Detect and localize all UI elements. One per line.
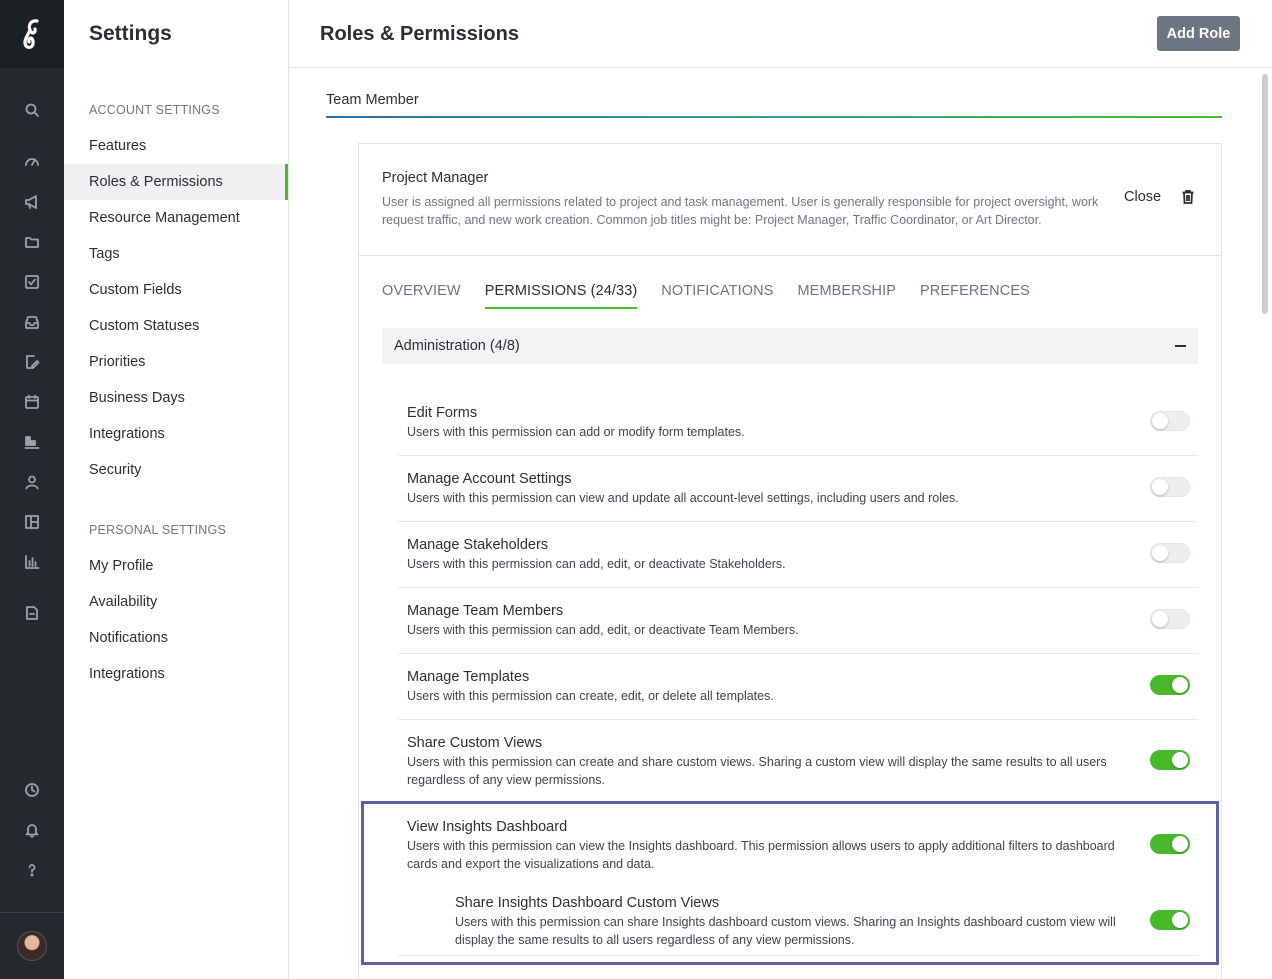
layout-icon[interactable] [0,508,64,536]
toggle-knob [1172,677,1188,693]
permission-description: Users with this permission can add, edit… [407,557,786,571]
calendar-icon[interactable] [0,388,64,416]
permission-toggle[interactable] [1150,675,1190,695]
user-icon[interactable] [0,468,64,496]
role-description: User is assigned all permissions related… [382,195,1099,227]
app-logo[interactable] [0,0,64,68]
megaphone-icon[interactable] [0,188,64,216]
sub-permission-name: Share Insights Dashboard Custom Views [455,895,720,911]
toggle-knob [1172,836,1188,852]
sidebar-item-notifications[interactable]: Notifications [64,620,288,656]
toggle-knob [1172,752,1188,768]
sidebar-item-my-profile[interactable]: My Profile [64,548,288,584]
sidebar-item-security[interactable]: Security [64,452,288,488]
scrollbar[interactable] [1262,74,1268,314]
sidebar-item-tags[interactable]: Tags [64,236,288,272]
sidebar-item-business-days[interactable]: Business Days [64,380,288,416]
app-rail [0,0,64,979]
permission-name: Manage Stakeholders [407,537,549,553]
role-panel-header: Project Manager User is assigned all per… [359,144,1221,256]
page-header: Roles & Permissions Add Role [289,0,1272,68]
edit-doc-icon[interactable] [0,348,64,376]
folder-icon[interactable] [0,228,64,256]
sidebar-item-resource-management[interactable]: Resource Management [64,200,288,236]
permission-toggle[interactable] [1150,750,1190,770]
permission-toggle[interactable] [1150,543,1190,563]
role-panel: Project Manager User is assigned all per… [358,143,1222,979]
sidebar-item-integrations[interactable]: Integrations [64,416,288,452]
permission-group-administration[interactable]: Administration (4/8) [382,328,1198,364]
role-tab-underline [326,116,1222,118]
permission-description: Users with this permission can view and … [407,491,959,505]
permission-row-view-insights-dashboard: View Insights Dashboard Users with this … [398,804,1198,956]
help-icon[interactable] [0,856,64,884]
role-tabs: OVERVIEW PERMISSIONS (24/33) NOTIFICATIO… [382,283,1054,309]
permission-name: Manage Account Settings [407,471,572,487]
document-icon[interactable] [0,599,64,627]
logo-icon [23,19,39,49]
sidebar-item-roles-permissions[interactable]: Roles & Permissions [64,164,288,200]
sidebar-item-availability[interactable]: Availability [64,584,288,620]
tab-overview[interactable]: OVERVIEW [382,283,461,309]
sidebar-title: Settings [89,22,172,45]
sidebar-item-custom-statuses[interactable]: Custom Statuses [64,308,288,344]
toggle-knob [1152,479,1168,495]
permission-description: Users with this permission can add or mo… [407,425,745,439]
permission-row-manage-stakeholders: Manage Stakeholders Users with this perm… [398,522,1198,588]
sidebar-item-features[interactable]: Features [64,128,288,164]
sub-permission-description: Users with this permission can share Ins… [455,915,1116,947]
avatar-container [0,912,64,979]
sidebar-item-personal-integrations[interactable]: Integrations [64,656,288,692]
toggle-knob [1152,545,1168,561]
trash-icon[interactable] [1180,188,1196,206]
clock-icon[interactable] [0,776,64,804]
permission-toggle[interactable] [1150,834,1190,854]
bar-chart-icon[interactable] [0,548,64,576]
permission-name: Manage Templates [407,669,530,685]
dashboard-icon[interactable] [0,147,64,175]
permission-row-manage-templates: Manage Templates Users with this permiss… [398,654,1198,720]
add-role-button[interactable]: Add Role [1157,16,1240,51]
checkbox-icon[interactable] [0,268,64,296]
collapse-icon[interactable] [1175,345,1186,347]
account-settings-heading: ACCOUNT SETTINGS [89,103,220,117]
permission-description: Users with this permission can create an… [407,755,1107,787]
tab-membership[interactable]: MEMBERSHIP [798,283,897,309]
permission-toggle[interactable] [1150,411,1190,431]
permission-toggle[interactable] [1150,477,1190,497]
permission-row-edit-forms: Edit Forms Users with this permission ca… [398,390,1198,456]
group-label: Administration (4/8) [394,338,520,354]
toggle-knob [1152,413,1168,429]
permission-name: Manage Team Members [407,603,564,619]
board-icon[interactable] [0,428,64,456]
permission-name: Edit Forms [407,405,478,421]
search-icon[interactable] [0,96,64,124]
permission-row-manage-account-settings: Manage Account Settings Users with this … [398,456,1198,522]
permission-row-manage-team-members: Manage Team Members Users with this perm… [398,588,1198,654]
tab-notifications[interactable]: NOTIFICATIONS [661,283,773,309]
avatar[interactable] [17,931,47,961]
sidebar-item-custom-fields[interactable]: Custom Fields [64,272,288,308]
close-button[interactable]: Close [1124,189,1161,205]
role-name: Project Manager [382,170,489,186]
personal-settings-heading: PERSONAL SETTINGS [89,523,226,537]
tab-preferences[interactable]: PREFERENCES [920,283,1030,309]
inbox-icon[interactable] [0,308,64,336]
permission-row-share-custom-views: Share Custom Views Users with this permi… [398,720,1198,804]
sidebar-item-priorities[interactable]: Priorities [64,344,288,380]
toggle-knob [1152,611,1168,627]
permission-name: View Insights Dashboard [407,819,568,835]
bell-icon[interactable] [0,816,64,844]
page-title: Roles & Permissions [320,23,519,45]
permission-name: Share Custom Views [407,735,543,751]
settings-sidebar: Settings ACCOUNT SETTINGS Features Roles… [64,0,289,979]
tab-permissions[interactable]: PERMISSIONS (24/33) [484,283,638,309]
sub-permission-toggle[interactable] [1150,910,1190,930]
role-tab-team-member[interactable]: Team Member [326,92,419,108]
toggle-knob [1172,912,1188,928]
permission-toggle[interactable] [1150,609,1190,629]
permission-description: Users with this permission can create, e… [407,689,774,703]
permission-description: Users with this permission can add, edit… [407,623,799,637]
permission-description: Users with this permission can view the … [407,839,1115,871]
